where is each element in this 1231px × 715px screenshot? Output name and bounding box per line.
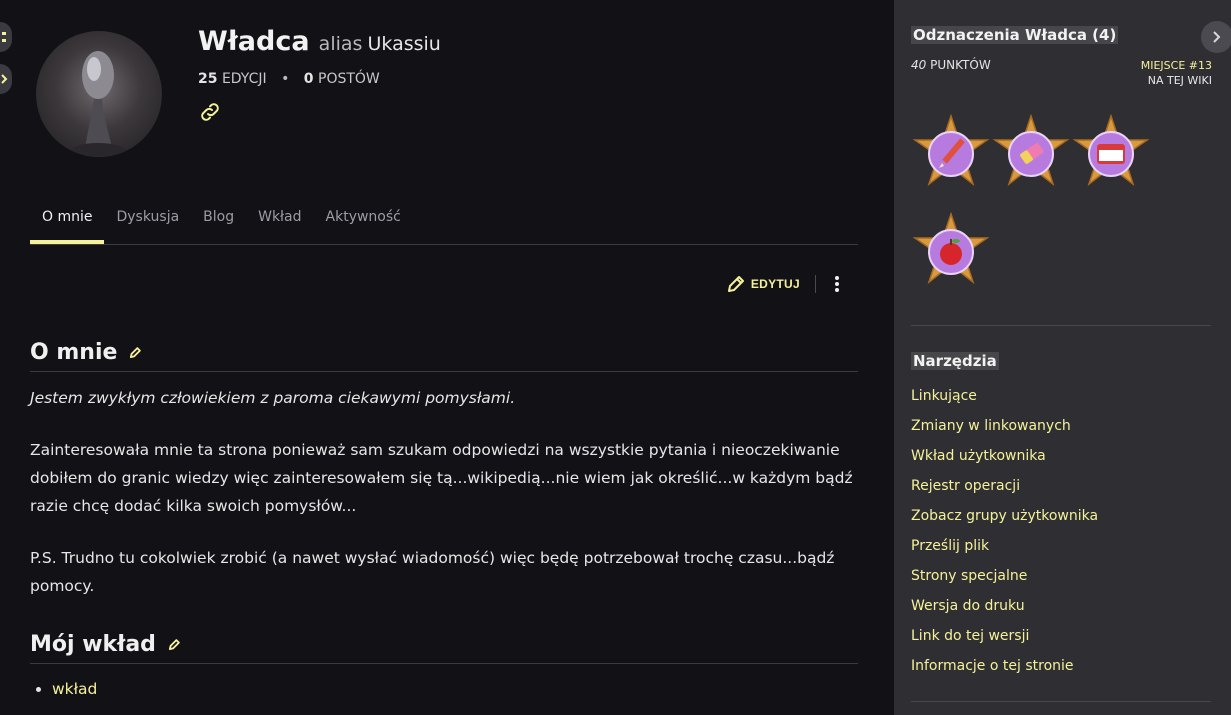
tool-link-user-groups[interactable]: Zobacz grupy użytkownika <box>911 504 1098 534</box>
right-sidebar: Odznaczenia Władca (4) 40 PUNKTÓW MIEJSC… <box>894 0 1231 715</box>
left-rail <box>0 22 12 106</box>
tools-title: Narzędzia <box>911 352 999 370</box>
tool-link-user-contributions[interactable]: Wkład użytkownika <box>911 444 1098 474</box>
edit-button[interactable]: EDYTUJ <box>726 274 800 294</box>
avatar[interactable] <box>36 31 162 157</box>
avatar-figure-icon <box>70 51 126 157</box>
tab-blog[interactable]: Blog <box>191 200 246 244</box>
pencil-icon <box>168 639 180 651</box>
badges-title: Odznaczenia Władca (4) <box>911 26 1119 44</box>
user-name: Władca <box>198 26 310 57</box>
pencil-icon <box>727 276 744 292</box>
kebab-menu-icon <box>835 276 839 292</box>
posts-count: 0 <box>303 71 314 87</box>
eraser-badge-icon[interactable] <box>991 113 1071 194</box>
section-heading-about: O mnie <box>30 340 858 372</box>
collapse-rail-button[interactable] <box>0 64 12 94</box>
section-heading-contributions: Mój wkład <box>30 632 858 664</box>
expand-rail-button[interactable] <box>0 22 12 52</box>
user-name-block: Władca alias Ukassiu <box>198 26 441 57</box>
sidebar-divider <box>911 325 1211 326</box>
list-item: wkład <box>52 680 97 698</box>
main-content: Władca alias Ukassiu 25 EDYCJI • 0 POSTÓ… <box>30 0 858 715</box>
tool-link-special-pages[interactable]: Strony specjalne <box>911 564 1098 594</box>
ps-paragraph: P.S. Trudno tu cokolwiek zrobić (a nawet… <box>30 549 835 595</box>
badge-points: 40 PUNKTÓW <box>911 58 991 72</box>
apple-badge-icon[interactable] <box>911 211 991 292</box>
tab-contributions[interactable]: Wkład <box>246 200 313 244</box>
hello-name-tag-badge-icon[interactable] <box>1071 113 1151 194</box>
profile-tabs: O mnie Dyskusja Blog Wkład Aktywność <box>30 200 858 245</box>
tool-link-related-changes[interactable]: Zmiany w linkowanych <box>911 414 1098 444</box>
edit-section-contributions-button[interactable] <box>168 638 181 651</box>
intro-paragraph: Jestem zwykłym człowiekiem z paroma ciek… <box>30 389 516 407</box>
page-actions: EDYTUJ <box>726 274 858 294</box>
body-paragraph: Zainteresowała mnie ta strona ponieważ s… <box>30 441 853 515</box>
points-value: 40 <box>911 58 927 72</box>
user-alias: Ukassiu <box>367 33 441 55</box>
pencil-icon <box>130 347 142 359</box>
sidebar-collapse-button[interactable] <box>1201 21 1231 53</box>
tool-link-whatlinkshere[interactable]: Linkujące <box>911 384 1098 414</box>
edit-section-about-button[interactable] <box>129 346 142 359</box>
tool-link-page-info[interactable]: Informacje o tej stronie <box>911 654 1098 684</box>
wiki-rank: MIEJSCE #13 NA TEJ WIKI <box>1141 58 1212 88</box>
about-heading: O mnie <box>30 340 118 365</box>
link-icon[interactable] <box>198 100 222 124</box>
edit-label: EDYTUJ <box>750 277 800 291</box>
chevron-right-icon <box>1 74 8 84</box>
sidebar-divider <box>911 701 1211 702</box>
edits-count: 25 <box>198 71 218 87</box>
grip-icon <box>2 32 6 42</box>
pencil-badge-icon[interactable] <box>911 113 991 194</box>
tool-link-upload[interactable]: Prześlij plik <box>911 534 1098 564</box>
contributions-link[interactable]: wkład <box>52 680 97 698</box>
tool-link-permalink[interactable]: Link do tej wersji <box>911 624 1098 654</box>
toolbar-divider <box>815 275 816 293</box>
stats-separator: • <box>281 71 290 87</box>
chevron-right-icon <box>1213 31 1221 43</box>
edits-label: EDYCJI <box>221 71 267 87</box>
more-options-button[interactable] <box>833 276 841 292</box>
rank-place[interactable]: MIEJSCE #13 <box>1141 58 1212 73</box>
user-stats: 25 EDYCJI • 0 POSTÓW <box>198 71 380 87</box>
alias-keyword: alias <box>318 33 363 55</box>
contributions-list: wkład <box>52 680 97 698</box>
tab-about[interactable]: O mnie <box>30 200 105 244</box>
rank-scope: NA TEJ WIKI <box>1147 74 1212 87</box>
tab-discussion[interactable]: Dyskusja <box>104 200 191 244</box>
contributions-heading: Mój wkład <box>30 632 156 657</box>
posts-label: POSTÓW <box>318 71 380 87</box>
tools-list: Linkujące Zmiany w linkowanych Wkład uży… <box>911 384 1098 684</box>
tool-link-logs[interactable]: Rejestr operacji <box>911 474 1098 504</box>
tab-activity[interactable]: Aktywność <box>314 200 413 244</box>
tool-link-printable[interactable]: Wersja do druku <box>911 594 1098 624</box>
points-label: PUNKTÓW <box>930 58 991 72</box>
